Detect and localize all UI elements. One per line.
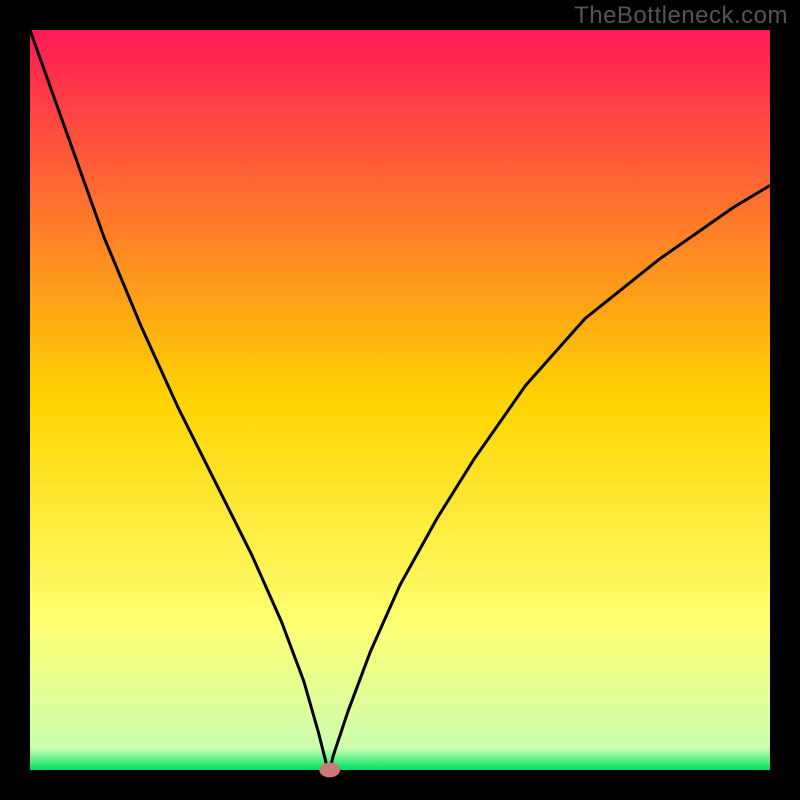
optimal-marker <box>319 763 340 778</box>
watermark-text: TheBottleneck.com <box>574 2 788 30</box>
plot-background <box>30 30 770 770</box>
bottleneck-chart <box>0 0 800 800</box>
chart-frame: TheBottleneck.com <box>0 0 800 800</box>
